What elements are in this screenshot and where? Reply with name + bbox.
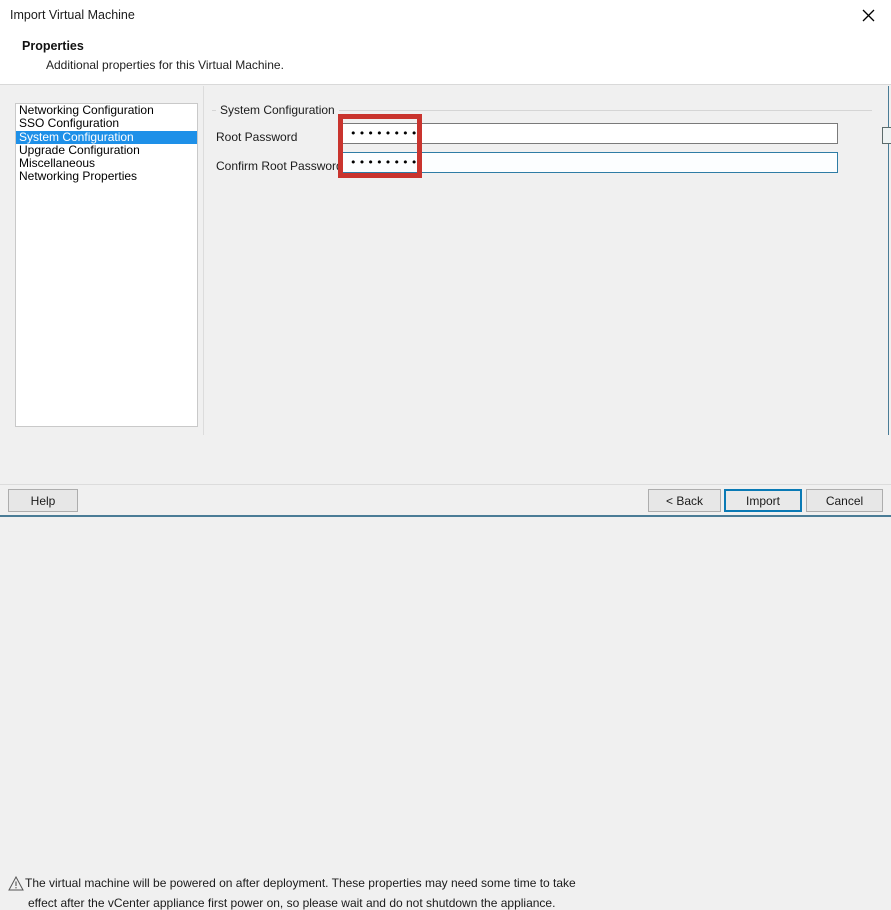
confirm-root-password-label: Confirm Root Password [216,159,343,173]
page-subtitle: Additional properties for this Virtual M… [46,58,284,72]
groupbox-border-right [335,110,872,111]
text-caret [418,155,420,168]
warning-text-line-1: The virtual machine will be powered on a… [25,876,576,890]
back-button[interactable]: < Back [648,489,721,512]
configuration-section-list[interactable]: Networking Configuration SSO Configurati… [15,103,198,427]
import-button[interactable]: Import [724,489,802,512]
sidebar-item-upgrade-configuration[interactable]: Upgrade Configuration [16,143,197,157]
window-title: Import Virtual Machine [10,8,135,22]
warning-triangle-icon [8,876,24,891]
sidebar-item-system-configuration[interactable]: System Configuration [16,130,197,144]
close-icon[interactable] [845,0,891,30]
root-password-value: •••••••• [350,127,420,140]
sidebar-item-networking-properties[interactable]: Networking Properties [16,170,197,184]
groupbox-label: System Configuration [216,103,339,117]
confirm-root-password-input[interactable]: •••••••• [342,152,838,173]
page-title: Properties [22,39,84,53]
warning-message: The virtual machine will be powered on a… [0,435,891,910]
sidebar-item-sso-configuration[interactable]: SSO Configuration [16,116,197,130]
warning-text-line-2: effect after the vCenter appliance first… [28,896,556,910]
window-titlebar: Import Virtual Machine [0,0,891,31]
root-password-label: Root Password [216,130,298,144]
sidebar-item-miscellaneous[interactable]: Miscellaneous [16,156,197,170]
page-header: Properties Additional properties for thi… [0,31,891,85]
panel-divider [203,86,204,435]
sidebar-item-networking-configuration[interactable]: Networking Configuration [16,104,197,117]
clipped-edge-widget[interactable] [882,127,891,144]
help-button[interactable]: Help [8,489,78,512]
close-icon-glyph [862,9,874,21]
cancel-button[interactable]: Cancel [806,489,883,512]
confirm-root-password-value: •••••••• [350,156,420,169]
root-password-input[interactable]: •••••••• [342,123,838,144]
